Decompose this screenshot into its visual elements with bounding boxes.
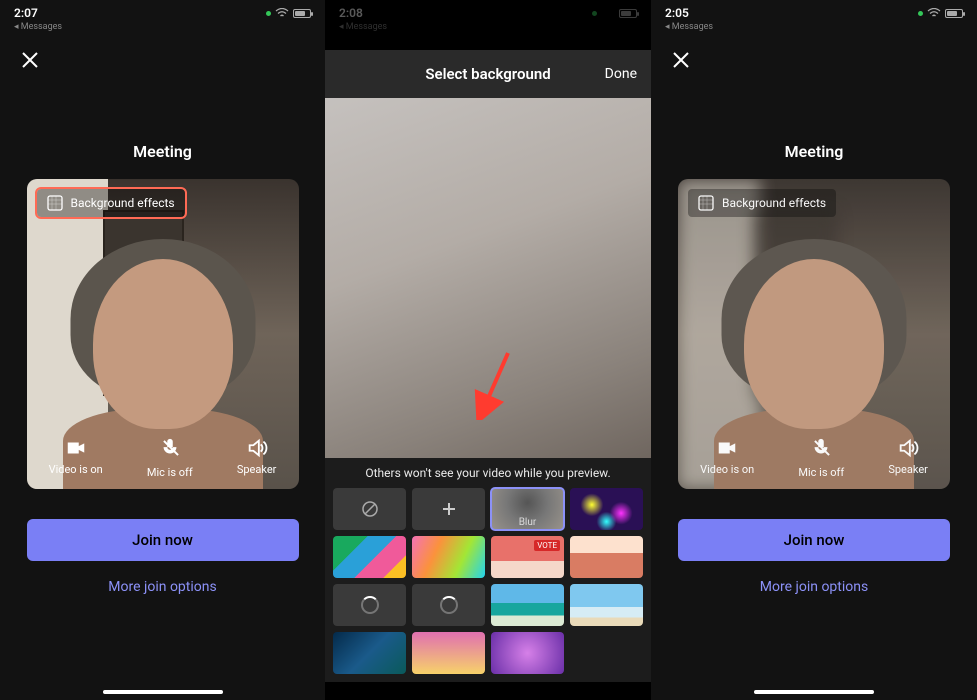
bg-option-sunset[interactable] bbox=[412, 632, 485, 674]
join-now-button[interactable]: Join now bbox=[27, 519, 299, 561]
mic-off-icon bbox=[159, 437, 181, 462]
speaker-icon bbox=[897, 437, 919, 459]
video-label: Video is on bbox=[700, 463, 754, 476]
close-button[interactable] bbox=[16, 46, 44, 74]
page-title: Meeting bbox=[0, 142, 325, 161]
status-icons bbox=[592, 8, 637, 18]
video-icon bbox=[716, 437, 738, 459]
home-indicator[interactable] bbox=[103, 690, 223, 694]
mic-toggle[interactable]: Mic is off bbox=[147, 437, 193, 479]
mic-off-icon bbox=[810, 437, 832, 462]
home-indicator[interactable] bbox=[754, 690, 874, 694]
mic-toggle[interactable]: Mic is off bbox=[798, 437, 844, 479]
bg-option-curves[interactable] bbox=[570, 536, 643, 578]
background-effects-label: Background effects bbox=[722, 196, 826, 210]
camera-indicator-dot bbox=[592, 11, 597, 16]
bg-option-label: Blur bbox=[491, 517, 564, 528]
bg-option-abstract1[interactable] bbox=[333, 536, 406, 578]
background-effects-icon bbox=[698, 195, 714, 211]
bg-option-add[interactable] bbox=[412, 488, 485, 530]
back-crumb: ◂ Messages bbox=[325, 22, 651, 32]
wifi-icon bbox=[275, 8, 289, 18]
video-toggle[interactable]: Video is on bbox=[49, 437, 103, 479]
clock: 2:05 bbox=[665, 6, 689, 20]
none-icon bbox=[360, 499, 380, 519]
mic-label: Mic is off bbox=[147, 466, 193, 479]
background-grid: Blur bbox=[325, 488, 651, 682]
done-button[interactable]: Done bbox=[605, 66, 637, 82]
background-effects-button[interactable]: Background effects bbox=[37, 189, 185, 217]
speaker-toggle[interactable]: Speaker bbox=[237, 437, 277, 479]
background-effects-icon bbox=[47, 195, 63, 211]
bg-option-vote[interactable] bbox=[491, 536, 564, 578]
bg-option-beach2[interactable] bbox=[570, 584, 643, 626]
video-toggle[interactable]: Video is on bbox=[700, 437, 754, 479]
video-label: Video is on bbox=[49, 463, 103, 476]
bg-option-blur[interactable]: Blur bbox=[491, 488, 564, 530]
speaker-label: Speaker bbox=[237, 463, 277, 476]
spinner-icon bbox=[440, 596, 458, 614]
status-icons bbox=[918, 8, 963, 18]
bg-option-abstract2[interactable] bbox=[412, 536, 485, 578]
phone-right: 2:05 ◂ Messages Meeting Background effec… bbox=[651, 0, 977, 700]
close-icon bbox=[20, 50, 40, 70]
bg-option-none[interactable] bbox=[333, 488, 406, 530]
clock: 2:08 bbox=[339, 6, 363, 20]
battery-icon bbox=[619, 9, 637, 18]
camera-indicator-dot bbox=[918, 11, 923, 16]
preview-controls: Video is on Mic is off Speaker bbox=[678, 437, 950, 479]
speaker-icon bbox=[246, 437, 268, 459]
close-button[interactable] bbox=[667, 46, 695, 74]
battery-icon bbox=[945, 9, 963, 18]
close-icon bbox=[671, 50, 691, 70]
wifi-icon bbox=[601, 8, 615, 18]
sheet-header: Select background Done bbox=[325, 50, 651, 98]
video-preview: Background effects Video is on Mic is of… bbox=[27, 179, 299, 489]
bg-option-beach1[interactable] bbox=[491, 584, 564, 626]
back-crumb[interactable]: ◂ Messages bbox=[651, 22, 977, 32]
join-label: Join now bbox=[132, 531, 193, 549]
background-effects-button[interactable]: Background effects bbox=[688, 189, 836, 217]
bg-option-lights[interactable] bbox=[570, 488, 643, 530]
camera-indicator-dot bbox=[266, 11, 271, 16]
bg-option-aurora[interactable] bbox=[333, 632, 406, 674]
video-preview: Background effects Video is on Mic is of… bbox=[678, 179, 950, 489]
mic-label: Mic is off bbox=[798, 466, 844, 479]
bg-option-nebula[interactable] bbox=[491, 632, 564, 674]
status-icons bbox=[266, 8, 311, 18]
video-icon bbox=[65, 437, 87, 459]
more-join-options-link[interactable]: More join options bbox=[651, 579, 977, 595]
page-title: Meeting bbox=[651, 142, 977, 161]
clock: 2:07 bbox=[14, 6, 38, 20]
more-join-options-link[interactable]: More join options bbox=[0, 579, 325, 595]
join-now-button[interactable]: Join now bbox=[678, 519, 950, 561]
phone-left: 2:07 ◂ Messages Meeting Background effec… bbox=[0, 0, 325, 700]
preview-controls: Video is on Mic is off Speaker bbox=[27, 437, 299, 479]
bg-option-loading1[interactable] bbox=[333, 584, 406, 626]
background-effects-label: Background effects bbox=[71, 196, 175, 210]
bg-option-loading2[interactable] bbox=[412, 584, 485, 626]
battery-icon bbox=[293, 9, 311, 18]
preview-hint: Others won't see your video while you pr… bbox=[325, 458, 651, 488]
sheet-title: Select background bbox=[425, 65, 550, 83]
plus-icon bbox=[439, 499, 459, 519]
join-label: Join now bbox=[784, 531, 845, 549]
wifi-icon bbox=[927, 8, 941, 18]
spinner-icon bbox=[361, 596, 379, 614]
speaker-toggle[interactable]: Speaker bbox=[888, 437, 928, 479]
speaker-label: Speaker bbox=[888, 463, 928, 476]
phone-middle: 2:08 ◂ Messages Select background Done O… bbox=[325, 0, 651, 700]
background-preview bbox=[325, 98, 651, 458]
back-crumb[interactable]: ◂ Messages bbox=[0, 22, 325, 32]
